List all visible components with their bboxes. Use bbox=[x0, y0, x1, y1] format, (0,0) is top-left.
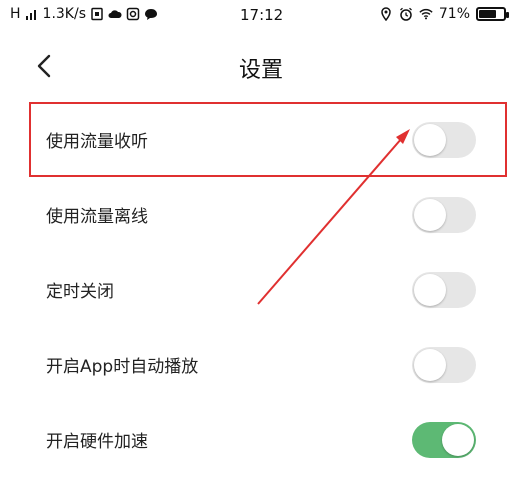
page-title: 设置 bbox=[238, 58, 283, 83]
setting-row-timer-close: 定时关闭 bbox=[0, 252, 522, 327]
status-time: 17:12 bbox=[240, 6, 284, 24]
battery-level bbox=[479, 10, 496, 18]
annotation-highlight-box bbox=[29, 102, 507, 177]
setting-label: 使用流量离线 bbox=[46, 207, 148, 227]
toggle-knob bbox=[414, 348, 446, 381]
status-bar-left: H 1.3K/s bbox=[10, 6, 158, 22]
timer-close-toggle[interactable] bbox=[412, 271, 476, 308]
traffic-offline-toggle[interactable] bbox=[412, 196, 476, 233]
location-icon bbox=[381, 7, 391, 21]
toggle-knob bbox=[442, 423, 474, 456]
setting-row-autoplay: 开启App时自动播放 bbox=[0, 327, 522, 402]
alarm-icon bbox=[399, 7, 412, 21]
header: 设置 bbox=[0, 40, 522, 92]
setting-label: 开启硬件加速 bbox=[46, 432, 148, 452]
setting-row-hardware-accel: 开启硬件加速 bbox=[0, 402, 522, 477]
signal-icon bbox=[25, 10, 36, 20]
status-bar-right: 71% bbox=[379, 6, 509, 22]
cloud-icon bbox=[108, 10, 122, 18]
hardware-accel-toggle[interactable] bbox=[412, 421, 476, 458]
wifi-icon bbox=[419, 8, 433, 20]
network-speed: 1.3K/s bbox=[42, 6, 86, 22]
toggle-knob bbox=[414, 198, 446, 231]
setting-label: 开启App时自动播放 bbox=[46, 357, 199, 377]
carrier-label: H bbox=[10, 6, 21, 22]
setting-row-traffic-offline: 使用流量离线 bbox=[0, 177, 522, 252]
autoplay-toggle[interactable] bbox=[412, 346, 476, 383]
settings-screen: H 1.3K/s 17:12 71% 设置 使用流量收听 使用流量离线 定时关闭… bbox=[0, 0, 522, 488]
battery-percent: 71% bbox=[438, 6, 470, 22]
battery-icon bbox=[476, 7, 509, 21]
camera-icon bbox=[126, 7, 140, 21]
message-icon bbox=[145, 9, 157, 20]
sim-icon bbox=[91, 7, 103, 21]
setting-label: 定时关闭 bbox=[46, 282, 114, 302]
toggle-knob bbox=[414, 273, 446, 306]
status-bar: H 1.3K/s 17:12 71% bbox=[0, 0, 522, 30]
